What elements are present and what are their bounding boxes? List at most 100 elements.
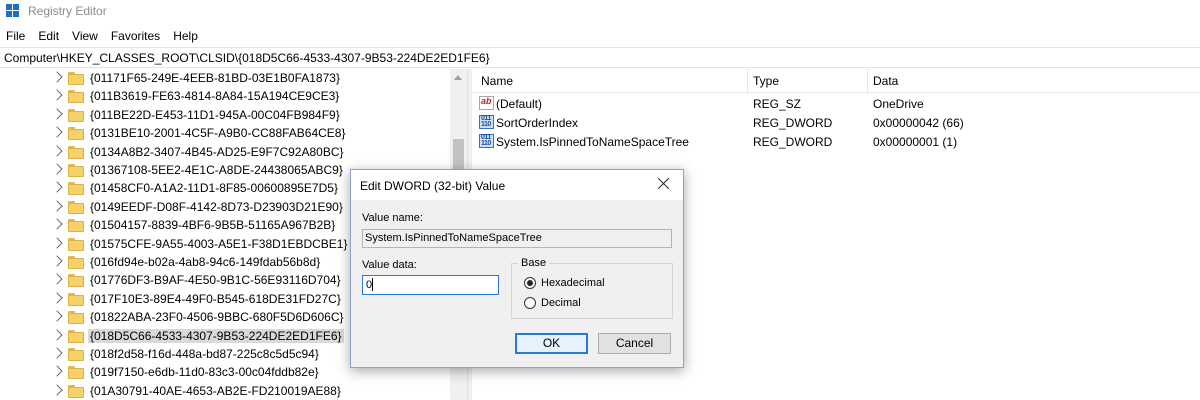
chevron-right-icon[interactable] [51,89,63,102]
base-label: Base [518,257,550,269]
cancel-button[interactable]: Cancel [598,333,671,354]
value-data: OneDrive [873,97,924,111]
value-name: SortOrderIndex [496,116,579,130]
chevron-right-icon[interactable] [51,328,63,341]
registry-editor-icon [6,4,20,18]
value-name-field[interactable]: System.IsPinnedToNameSpaceTree [362,229,672,248]
chevron-right-icon[interactable] [51,384,63,396]
scroll-up-arrow-icon[interactable] [454,75,462,80]
value-name: System.IsPinnedToNameSpaceTree [496,135,689,149]
folder-icon [68,292,84,306]
folder-icon [68,145,84,159]
decimal-radio[interactable] [524,297,536,309]
tree-item-label: {01575CFE-9A55-4003-A5E1-F38D1EBDCBE1} [90,236,348,251]
tree-item[interactable]: {011B3619-FE63-4814-8A84-15A194CE9CE3} [0,87,462,106]
tree-item-label: {01171F65-249E-4EEB-81BD-03E1B0FA1873} [90,71,340,85]
value-row[interactable]: 011 110 System.IsPinnedToNameSpaceTree RE… [472,132,1200,151]
chevron-right-icon[interactable] [51,310,63,322]
column-header-name[interactable]: Name [481,74,513,88]
tree-item-label: {01367108-5EE2-4E1C-A8DE-24438065ABC9} [90,163,343,177]
folder-icon [68,200,84,214]
dword-value-icon: 011 110 [479,134,494,148]
value-name: (Default) [496,97,543,111]
tree-item-label: {011B3619-FE63-4814-8A84-15A194CE9CE3} [90,89,340,104]
decimal-label[interactable]: Decimal [541,297,581,309]
chevron-right-icon[interactable] [51,347,63,359]
value-type: REG_SZ [753,97,802,111]
value-type: REG_DWORD [753,116,833,130]
close-icon[interactable] [657,176,671,190]
ok-button[interactable]: OK [515,333,588,354]
column-header-type[interactable]: Type [753,74,779,88]
folder-icon [68,90,84,104]
menu-edit[interactable]: Edit [32,26,66,46]
chevron-right-icon[interactable] [51,71,63,83]
tree-item-label: {01A30791-40AE-4653-AB2E-FD210019AE88} [90,383,341,398]
tree-item-label: {018f2d58-f16d-448a-bd87-225c8c5d5c94} [90,347,319,361]
column-divider[interactable] [867,69,868,93]
value-data-label: Value data: [362,259,417,271]
tree-item[interactable]: {0131BE10-2001-4C5F-A9B0-CC88FAB64CE8} [0,124,462,143]
value-row[interactable]: ab (Default) REG_SZ OneDrive [472,94,1200,113]
chevron-right-icon[interactable] [51,218,63,230]
value-name-label: Value name: [362,212,423,224]
list-header: Name Type Data [472,69,1200,93]
menu-file[interactable]: File [0,26,32,46]
chevron-right-icon[interactable] [51,181,63,194]
value-data: 0x00000042 (66) [873,116,964,130]
column-header-data[interactable]: Data [873,74,898,88]
edit-dword-dialog: Edit DWORD (32-bit) Value Value name: Sy… [350,169,684,368]
dword-value-icon: 011 110 [479,115,494,129]
hexadecimal-label[interactable]: Hexadecimal [541,277,605,289]
folder-icon [68,164,84,177]
tree-item[interactable]: {0134A8B2-3407-4B45-AD25-E9F7C92A80BC} [0,143,462,162]
tree-item-label: {0131BE10-2001-4C5F-A9B0-CC88FAB64CE8} [90,126,346,141]
tree-item-label: {01458CF0-A1A2-11D1-8F85-00600895E7D5} [90,181,338,196]
chevron-right-icon[interactable] [51,255,63,267]
tree-item[interactable]: {011BE22D-E453-11D1-945A-00C04FB984F9} [0,106,462,125]
chevron-right-icon[interactable] [51,200,63,212]
folder-icon [68,219,84,233]
chevron-right-icon[interactable] [51,144,63,157]
chevron-right-icon[interactable] [51,108,63,120]
tree-item-label: {0134A8B2-3407-4B45-AD25-E9F7C92A80BC} [90,144,344,159]
value-type: REG_DWORD [753,135,833,149]
chevron-right-icon[interactable] [51,365,63,378]
dialog-title-bar[interactable]: Edit DWORD (32-bit) Value [351,170,683,200]
folder-icon [68,108,84,122]
chevron-right-icon[interactable] [51,126,63,138]
title-bar: Registry Editor [0,0,1200,24]
folder-icon [68,384,84,398]
address-bar[interactable]: Computer\HKEY_CLASSES_ROOT\CLSID\{018D5C… [0,47,1200,68]
dialog-title: Edit DWORD (32-bit) Value [360,179,506,193]
menu-favorites[interactable]: Favorites [105,26,167,46]
menu-bar: File Edit View Favorites Help [0,26,205,46]
tree-item[interactable]: {01171F65-249E-4EEB-81BD-03E1B0FA1873} [0,69,462,88]
menu-help[interactable]: Help [167,26,205,46]
value-data-input[interactable]: 0 [362,275,499,295]
tree-item-label: {011BE22D-E453-11D1-945A-00C04FB984F9} [90,107,340,122]
tree-item-label: {01776DF3-B9AF-4E50-9B1C-56E93116D704} [90,273,341,288]
tree-item-label: {01822ABA-23F0-4506-9BBC-680F5D6D606C} [90,310,344,325]
string-value-icon: ab [479,96,494,110]
folder-icon [68,329,84,343]
chevron-right-icon[interactable] [51,236,63,249]
column-divider[interactable] [747,69,748,93]
folder-icon [68,182,84,196]
chevron-right-icon[interactable] [51,292,63,304]
chevron-right-icon[interactable] [51,273,63,286]
folder-icon [68,311,84,325]
folder-icon [68,127,84,141]
menu-view[interactable]: View [66,26,105,46]
value-row[interactable]: 011 110 SortOrderIndex REG_DWORD 0x000000… [472,113,1200,132]
hexadecimal-radio[interactable] [524,277,536,289]
text-caret [372,278,374,291]
folder-icon [68,274,84,288]
tree-item-label: {016fd94e-b02a-4ab8-94c6-149fdab56b8d} [90,255,321,269]
folder-icon [68,237,84,251]
folder-icon [68,72,84,85]
tree-item[interactable]: {01A30791-40AE-4653-AB2E-FD210019AE88} [0,382,462,400]
chevron-right-icon[interactable] [51,163,63,175]
tree-item-label: {017F10E3-89E4-49F0-B545-618DE31FD27C} [90,291,341,306]
folder-icon [68,256,84,269]
